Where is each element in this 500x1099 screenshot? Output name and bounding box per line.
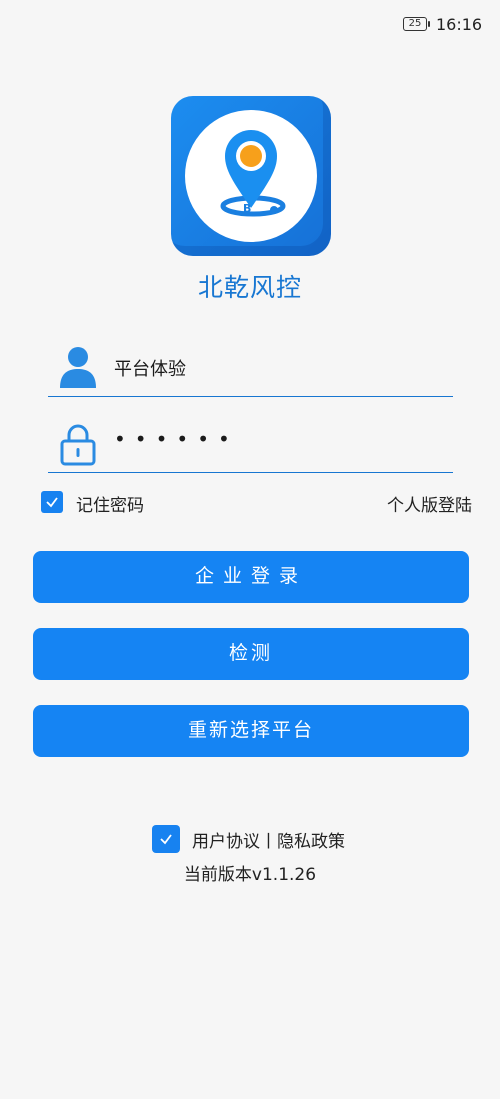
status-time: 16:16: [436, 15, 483, 34]
check-icon: [46, 497, 58, 508]
check-icon: [160, 834, 172, 845]
status-bar: 25 16:16: [0, 0, 500, 52]
version-text: 当前版本v1.1.26: [183, 865, 317, 885]
agreement-links[interactable]: 用户协议丨隐私政策: [192, 827, 345, 852]
personal-login-link[interactable]: 个人版登陆: [387, 491, 472, 516]
svg-text:B: B: [243, 202, 251, 215]
password-value[interactable]: ••••••: [114, 427, 239, 451]
location-pin-icon: B: [220, 130, 286, 217]
password-field[interactable]: ••••••: [48, 414, 453, 473]
lock-icon: [60, 424, 96, 466]
agreement-checkbox[interactable]: [152, 825, 180, 853]
battery-level: 25: [408, 18, 422, 29]
remember-password-label[interactable]: 记住密码: [76, 491, 144, 516]
detect-button[interactable]: 检测: [33, 628, 469, 680]
username-value[interactable]: 平台体验: [114, 355, 186, 381]
remember-password-checkbox[interactable]: [41, 491, 63, 513]
user-icon: [60, 347, 96, 388]
username-field[interactable]: 平台体验: [48, 338, 453, 397]
reselect-platform-button[interactable]: 重新选择平台: [33, 705, 469, 757]
app-title: 北乾风控: [197, 273, 302, 302]
battery-icon: 25: [403, 17, 430, 31]
app-logo: B: [171, 96, 331, 256]
enterprise-login-button[interactable]: 企业登录: [33, 551, 469, 603]
